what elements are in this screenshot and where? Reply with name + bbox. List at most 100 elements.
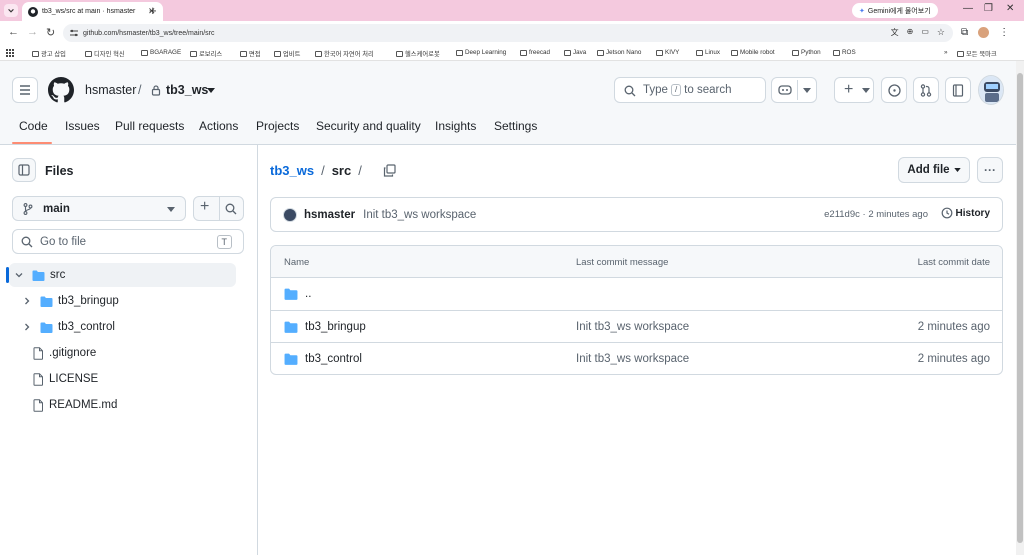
tree-item[interactable]: LICENSE — [9, 367, 236, 391]
tab-title: tb3_ws/src at main · hsmaster — [42, 8, 136, 15]
table-row[interactable]: .. — [271, 278, 1002, 311]
search-input[interactable]: Type / to search — [614, 77, 766, 103]
bookmark-item[interactable]: 면접 — [240, 49, 261, 58]
install-icon[interactable]: ▭ — [921, 27, 929, 38]
file-icon — [33, 372, 44, 386]
bookmark-star-icon[interactable]: ☆ — [937, 27, 945, 38]
nav-code[interactable]: Code — [19, 119, 48, 133]
inbox-button[interactable] — [945, 77, 971, 103]
bookmark-item[interactable]: 로보리스 — [190, 49, 222, 58]
bookmark-item[interactable]: 헬스케어로봇 — [396, 49, 440, 58]
apps-icon[interactable] — [6, 49, 14, 57]
all-bookmarks-label: 모든 북마크 — [966, 51, 997, 58]
nav-pull-requests[interactable]: Pull requests — [115, 119, 184, 133]
bookmark-item[interactable]: 업비트 — [274, 49, 300, 58]
create-new-button[interactable]: + — [834, 77, 874, 103]
row-name-link[interactable]: .. — [305, 288, 311, 300]
table-row[interactable]: tb3_control Init tb3_ws workspace 2 minute… — [271, 343, 1002, 374]
row-name-link[interactable]: tb3_control — [305, 353, 362, 365]
more-options-button[interactable]: ··· — [977, 157, 1003, 183]
tree-item[interactable]: .gitignore — [9, 341, 236, 365]
tree-item[interactable]: README.md — [9, 393, 236, 417]
gemini-button[interactable]: ✦ Gemini에게 물어보기 — [852, 3, 938, 18]
commit-message[interactable]: Init tb3_ws workspace — [363, 209, 476, 221]
commit-meta[interactable]: e211d9c · 2 minutes ago — [824, 209, 928, 220]
browser-tab[interactable]: tb3_ws/src at main · hsmaster ✕ — [22, 2, 163, 21]
address-bar[interactable]: github.com/hsmaster/tb3_ws/tree/main/src… — [63, 24, 953, 42]
row-commit-message[interactable]: Init tb3_ws workspace — [576, 321, 689, 333]
issue-opened-icon — [887, 83, 901, 97]
bookmark-item[interactable]: 광고 삽입 — [32, 49, 66, 58]
nav-insights[interactable]: Insights — [435, 119, 476, 133]
folder-icon — [396, 50, 403, 57]
repo-link[interactable]: tb3_ws — [166, 83, 208, 97]
copilot-button[interactable] — [771, 77, 817, 103]
chevron-right-icon[interactable] — [23, 297, 31, 305]
bookmark-item[interactable]: Python — [792, 49, 821, 56]
chevron-right-icon[interactable] — [23, 323, 31, 331]
bookmark-item[interactable]: Mobile robot — [731, 49, 775, 56]
tree-item[interactable]: tb3_bringup — [9, 289, 236, 313]
commit-author[interactable]: hsmaster — [304, 209, 355, 221]
scrollbar-thumb[interactable] — [1017, 73, 1023, 543]
search-icon[interactable] — [225, 203, 237, 215]
go-to-file-input[interactable]: Go to file T — [12, 229, 244, 254]
owner-link[interactable]: hsmaster — [85, 83, 136, 97]
close-window-icon[interactable]: ✕ — [1006, 3, 1014, 14]
minimize-icon[interactable]: — — [963, 3, 973, 14]
bookmark-item[interactable]: 디자인 혁신 — [85, 49, 125, 58]
chevron-down-icon[interactable] — [15, 271, 23, 279]
new-tab-button[interactable]: + — [149, 3, 157, 18]
tree-item[interactable]: src — [6, 263, 236, 287]
bookmark-item[interactable]: Jetson Nano — [597, 49, 641, 56]
col-date-header: Last commit date — [917, 257, 990, 268]
add-file-button[interactable]: Add file — [898, 157, 970, 183]
all-bookmarks[interactable]: 모든 북마크 — [957, 49, 997, 58]
author-avatar[interactable] — [283, 207, 297, 222]
profile-avatar[interactable] — [978, 27, 990, 38]
site-info-icon[interactable] — [69, 28, 79, 38]
nav-settings[interactable]: Settings — [494, 119, 537, 133]
nav-projects[interactable]: Projects — [256, 119, 299, 133]
issues-button[interactable] — [881, 77, 907, 103]
chrome-menu-icon[interactable]: ⋮ — [999, 27, 1009, 38]
user-avatar[interactable] — [978, 75, 1004, 105]
bookmark-item[interactable]: ROS — [833, 49, 856, 56]
bookmark-item[interactable]: Deep Learning — [456, 49, 506, 56]
row-name-link[interactable]: tb3_bringup — [305, 321, 366, 333]
bookmark-item[interactable]: Linux — [696, 49, 720, 56]
bookmark-item[interactable]: 한국어 자연어 처리 — [315, 49, 374, 58]
github-logo-icon[interactable] — [48, 77, 74, 103]
history-button[interactable]: History — [941, 207, 990, 219]
pull-requests-button[interactable] — [913, 77, 939, 103]
table-row[interactable]: tb3_bringup Init tb3_ws workspace 2 minute… — [271, 311, 1002, 343]
bookmarks-more[interactable]: » — [944, 49, 948, 56]
menu-button[interactable] — [12, 77, 38, 103]
breadcrumb-repo-link[interactable]: tb3_ws — [270, 163, 314, 178]
bookmark-item[interactable]: freecad — [520, 49, 550, 56]
inbox-icon — [952, 83, 964, 97]
forward-icon[interactable]: → — [27, 26, 38, 38]
bookmark-item[interactable]: Java — [564, 49, 586, 56]
nav-actions[interactable]: Actions — [199, 119, 238, 133]
extensions-icon[interactable]: ⧉ — [961, 27, 968, 38]
restore-icon[interactable]: ❐ — [984, 3, 993, 14]
nav-issues[interactable]: Issues — [65, 119, 100, 133]
reload-icon[interactable]: ↻ — [46, 26, 55, 39]
add-file-plus-icon[interactable]: + — [200, 198, 209, 216]
page-scrollbar[interactable] — [1016, 61, 1024, 555]
branch-selector[interactable]: main — [12, 196, 186, 221]
zoom-icon[interactable]: ⊕ — [907, 27, 914, 38]
collapse-sidebar-button[interactable] — [12, 158, 36, 182]
nav-security[interactable]: Security and quality — [316, 119, 421, 133]
copy-path-icon[interactable] — [383, 164, 396, 177]
tree-item[interactable]: tb3_control — [9, 315, 236, 339]
translate-icon[interactable]: 文 — [891, 27, 899, 38]
back-icon[interactable]: ← — [8, 26, 19, 38]
bookmark-item[interactable]: BGARAGE — [141, 49, 181, 56]
tab-search-button[interactable] — [4, 4, 18, 17]
row-commit-message[interactable]: Init tb3_ws workspace — [576, 353, 689, 365]
repo-caret-icon[interactable] — [207, 88, 215, 93]
folder-icon — [32, 270, 45, 281]
bookmark-item[interactable]: KIVY — [656, 49, 679, 56]
